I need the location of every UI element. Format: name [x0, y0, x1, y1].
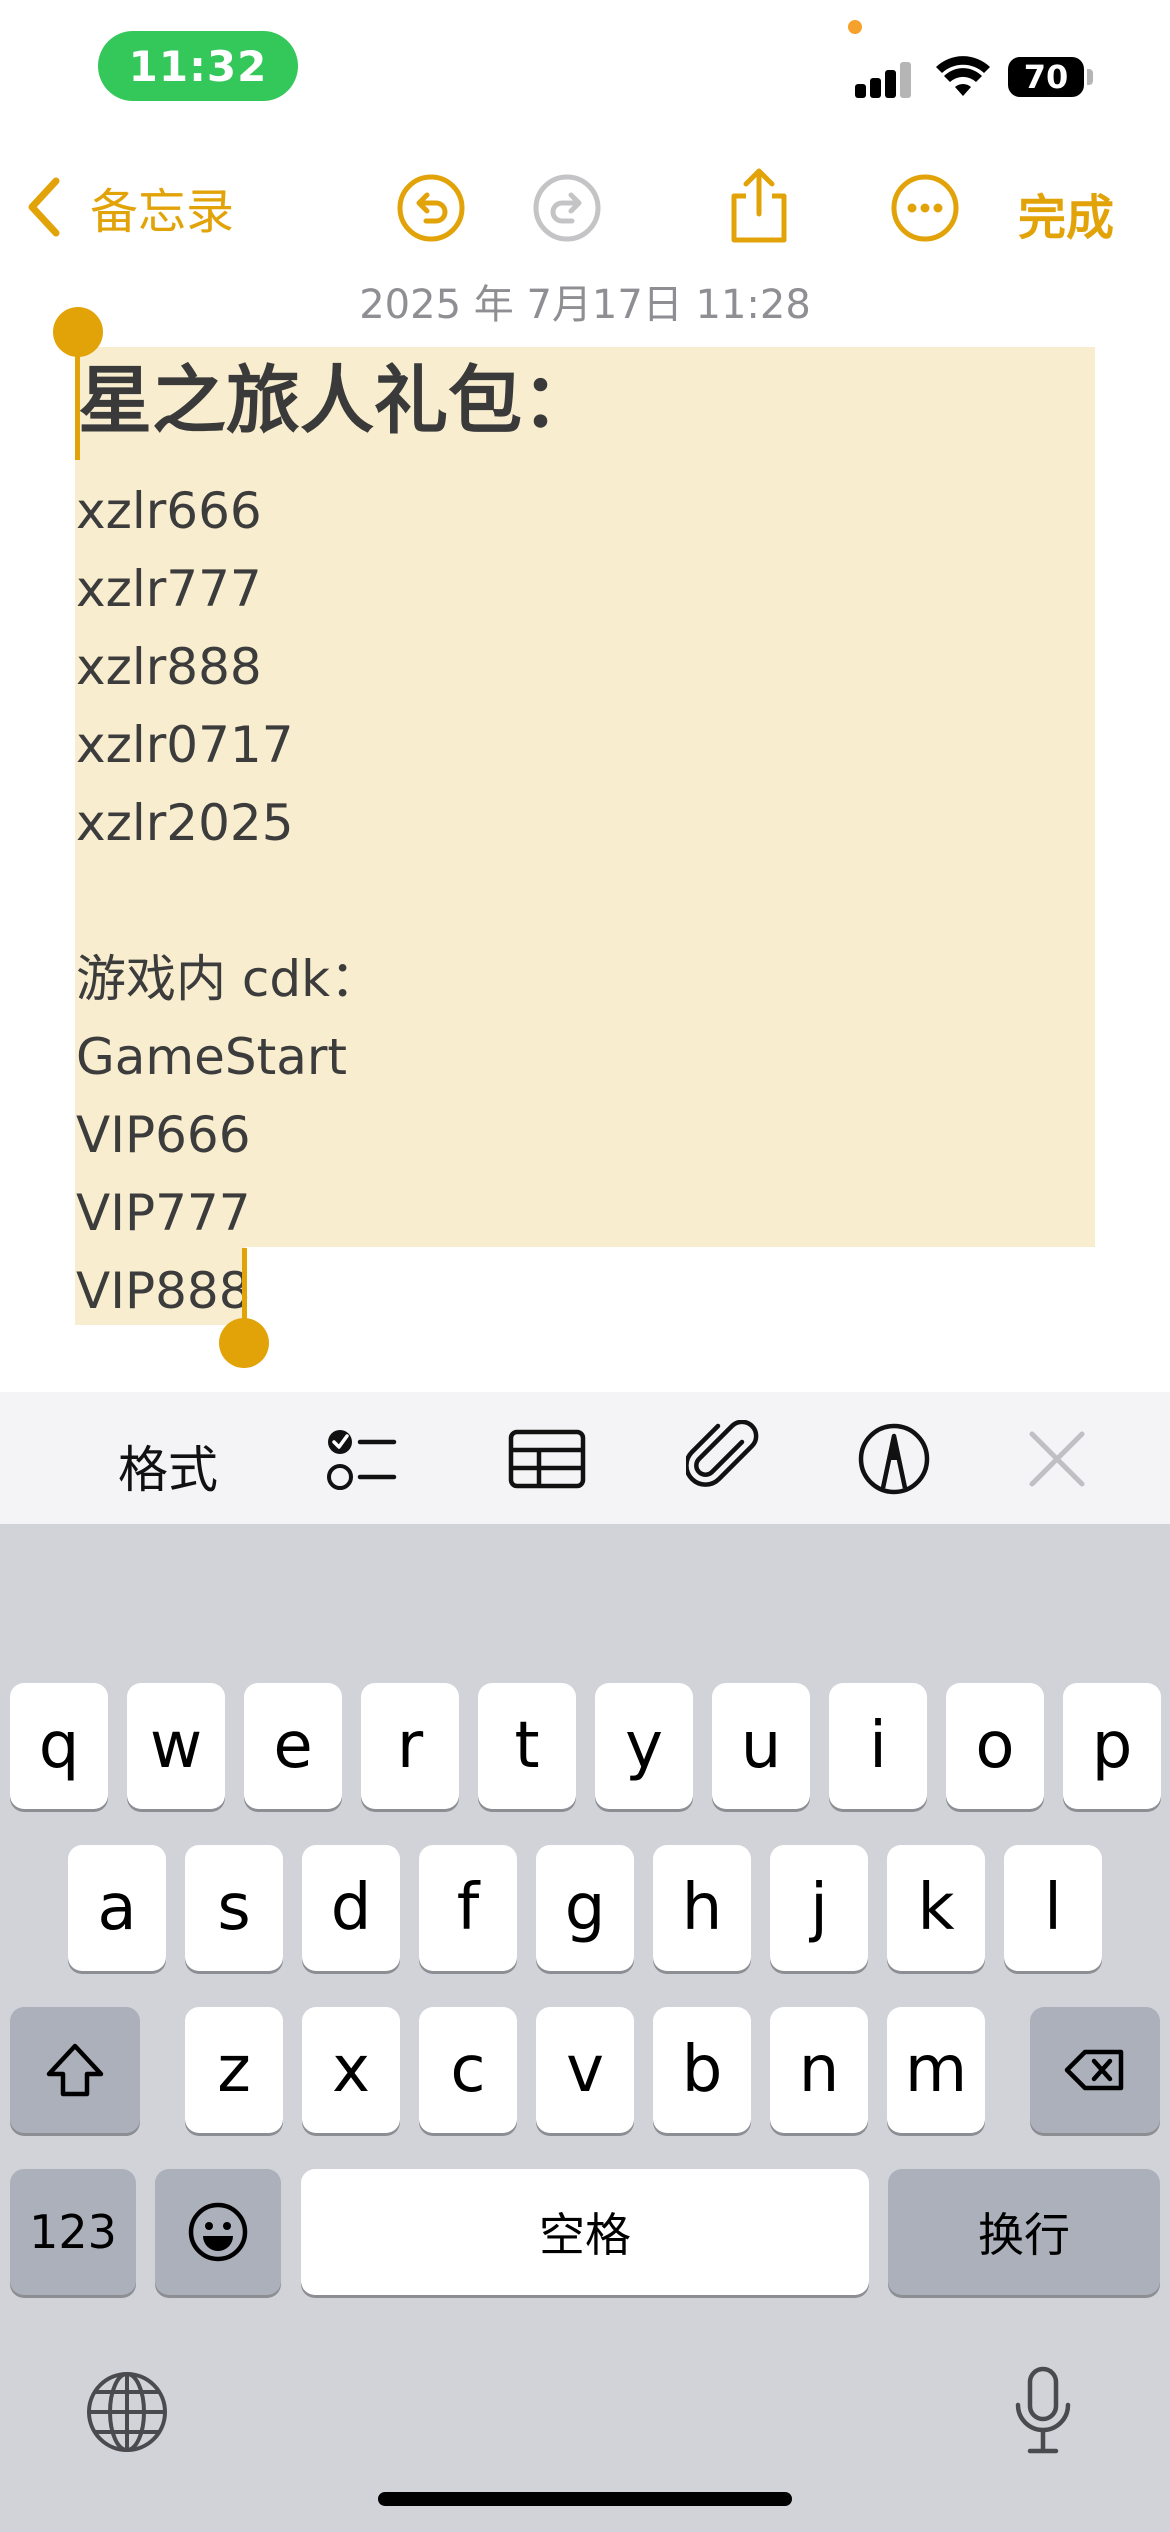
- chevron-left-icon: [28, 177, 60, 237]
- table-icon[interactable]: [508, 1420, 586, 1498]
- key-f[interactable]: f: [419, 1845, 517, 1971]
- emoji-key[interactable]: [155, 2169, 281, 2295]
- close-icon[interactable]: [1018, 1420, 1096, 1498]
- battery-icon: 70: [1008, 57, 1084, 97]
- key-r[interactable]: r: [361, 1683, 459, 1809]
- key-o[interactable]: o: [946, 1683, 1044, 1809]
- key-q[interactable]: q: [10, 1683, 108, 1809]
- note-body[interactable]: xzlr666 xzlr777 xzlr888 xzlr0717 xzlr202…: [76, 472, 380, 1330]
- back-label: 备忘录: [90, 184, 235, 240]
- status-time: 11:32: [98, 31, 298, 101]
- undo-icon[interactable]: [396, 173, 466, 243]
- battery-cap: [1087, 69, 1093, 85]
- note-line: xzlr0717: [76, 716, 294, 774]
- key-p[interactable]: p: [1063, 1683, 1161, 1809]
- key-i[interactable]: i: [829, 1683, 927, 1809]
- notes-screen: 11:32 70 备忘录 完成 2025 年 7月17日 11:28 星之旅人礼…: [0, 0, 1170, 2532]
- key-s[interactable]: s: [185, 1845, 283, 1971]
- format-button[interactable]: 格式: [118, 1430, 218, 1502]
- format-toolbar: 格式: [0, 1392, 1170, 1524]
- selection-start-caret: [75, 335, 80, 460]
- key-z[interactable]: z: [185, 2007, 283, 2133]
- note-line: xzlr2025: [76, 794, 294, 852]
- wifi-icon: [936, 56, 990, 96]
- redo-icon[interactable]: [532, 173, 602, 243]
- key-a[interactable]: a: [68, 1845, 166, 1971]
- selection-end-handle[interactable]: [219, 1318, 269, 1368]
- emoji-icon: [188, 2202, 248, 2262]
- back-button[interactable]: 备忘录: [22, 170, 234, 244]
- more-icon[interactable]: [890, 173, 960, 243]
- key-h[interactable]: h: [653, 1845, 751, 1971]
- checklist-icon[interactable]: [322, 1420, 400, 1498]
- note-line: 游戏内 cdk：: [76, 950, 381, 1008]
- key-x[interactable]: x: [302, 2007, 400, 2133]
- shift-icon: [46, 2043, 104, 2097]
- key-g[interactable]: g: [536, 1845, 634, 1971]
- mic-in-use-indicator: [848, 20, 862, 34]
- delete-icon: [1064, 2049, 1124, 2091]
- key-y[interactable]: y: [595, 1683, 693, 1809]
- note-title[interactable]: 星之旅人礼包：: [78, 355, 596, 447]
- home-indicator[interactable]: [378, 2492, 792, 2506]
- key-d[interactable]: d: [302, 1845, 400, 1971]
- key-v[interactable]: v: [536, 2007, 634, 2133]
- shift-key[interactable]: [10, 2007, 140, 2133]
- note-line: [76, 862, 380, 940]
- keyboard: q w e r t y u i o p a s d f g h j k l z …: [0, 1524, 1170, 2532]
- note-line: xzlr666: [76, 482, 262, 540]
- note-line: xzlr777: [76, 560, 262, 618]
- key-c[interactable]: c: [419, 2007, 517, 2133]
- key-j[interactable]: j: [770, 1845, 868, 1971]
- markup-icon[interactable]: [855, 1420, 933, 1498]
- note-line: VIP777: [76, 1184, 251, 1242]
- key-m[interactable]: m: [887, 2007, 985, 2133]
- attachment-icon[interactable]: [686, 1420, 764, 1498]
- globe-icon[interactable]: [85, 2370, 169, 2454]
- key-b[interactable]: b: [653, 2007, 751, 2133]
- key-u[interactable]: u: [712, 1683, 810, 1809]
- return-key[interactable]: 换行: [888, 2169, 1160, 2295]
- delete-key[interactable]: [1030, 2007, 1160, 2133]
- note-line: VIP666: [76, 1106, 251, 1164]
- share-icon[interactable]: [724, 166, 794, 246]
- note-date: 2025 年 7月17日 11:28: [359, 282, 811, 328]
- key-e[interactable]: e: [244, 1683, 342, 1809]
- key-t[interactable]: t: [478, 1683, 576, 1809]
- microphone-icon[interactable]: [1012, 2365, 1074, 2457]
- selection-end-caret: [242, 1248, 247, 1328]
- key-k[interactable]: k: [887, 1845, 985, 1971]
- space-key[interactable]: 空格: [301, 2169, 869, 2295]
- key-w[interactable]: w: [127, 1683, 225, 1809]
- numbers-key[interactable]: 123: [10, 2169, 136, 2295]
- note-line: xzlr888: [76, 638, 262, 696]
- done-button[interactable]: 完成: [1018, 178, 1114, 248]
- cellular-signal-icon: [855, 58, 915, 98]
- key-l[interactable]: l: [1004, 1845, 1102, 1971]
- note-line: VIP888: [76, 1262, 251, 1320]
- note-line: GameStart: [76, 1028, 347, 1086]
- key-n[interactable]: n: [770, 2007, 868, 2133]
